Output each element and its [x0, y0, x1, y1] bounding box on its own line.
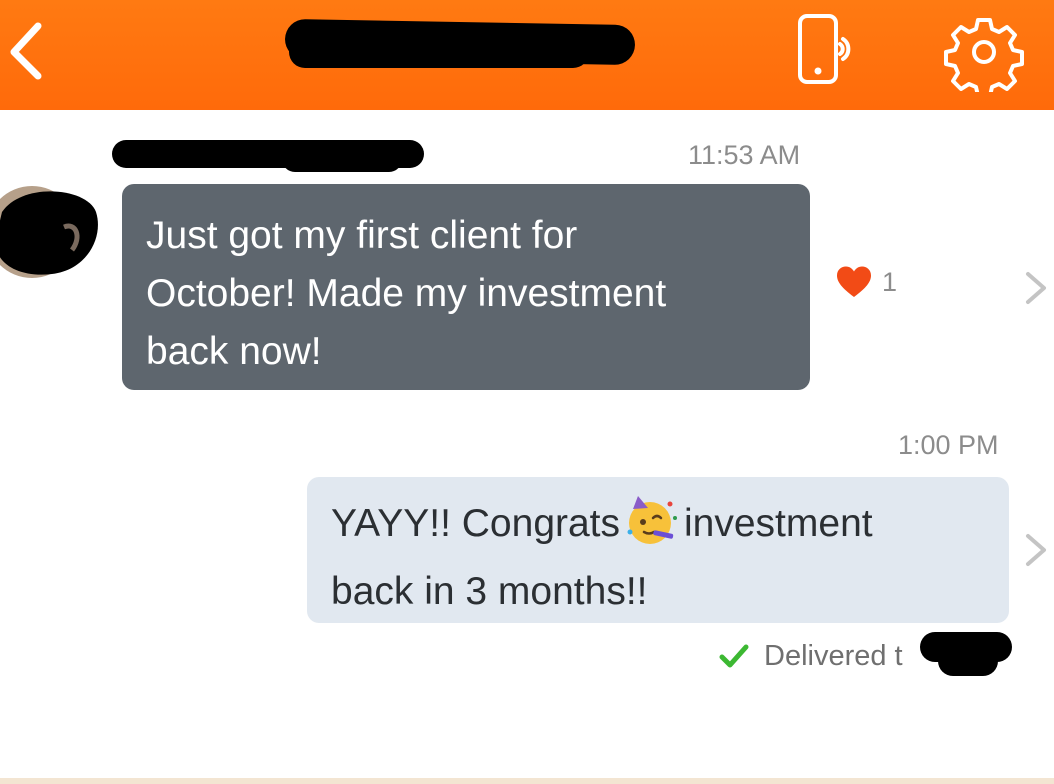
message-reaction[interactable]: 1: [836, 266, 897, 298]
delivery-status: Delivered t: [718, 636, 903, 676]
conversation-header: [0, 0, 1054, 110]
sender-name-redacted: [112, 138, 424, 172]
heart-icon: [837, 266, 871, 297]
incoming-message-bubble[interactable]: Just got my first client for October! Ma…: [122, 184, 810, 390]
outgoing-message-bubble[interactable]: YAYY!! Congrats investment back in 3 mon…: [307, 477, 1009, 623]
delivery-status-text: Delivered t: [764, 639, 903, 672]
call-button[interactable]: [790, 12, 870, 92]
reaction-count: 1: [882, 266, 898, 297]
message-timestamp: 11:53 AM: [688, 140, 801, 170]
recipient-name-redacted: [920, 630, 1015, 678]
chevron-right-icon: [1026, 534, 1046, 566]
phone-speaker-icon: [798, 14, 851, 84]
avatar[interactable]: [0, 182, 104, 282]
contact-name-redacted: [284, 18, 636, 68]
settings-button[interactable]: [940, 12, 1028, 98]
chevron-left-icon: [10, 22, 42, 80]
message-details-chevron[interactable]: [1020, 530, 1050, 570]
back-button[interactable]: [0, 14, 60, 84]
partying-face-emoji: [624, 494, 680, 563]
gear-icon: [944, 18, 1024, 98]
chevron-right-icon: [1026, 272, 1046, 304]
message-details-chevron[interactable]: [1020, 268, 1050, 308]
bottom-divider: [0, 778, 1054, 784]
message-timestamp: 1:00 PM: [898, 430, 999, 460]
message-text: YAYY!! Congrats: [331, 502, 621, 545]
checkmark-icon: [719, 644, 749, 668]
